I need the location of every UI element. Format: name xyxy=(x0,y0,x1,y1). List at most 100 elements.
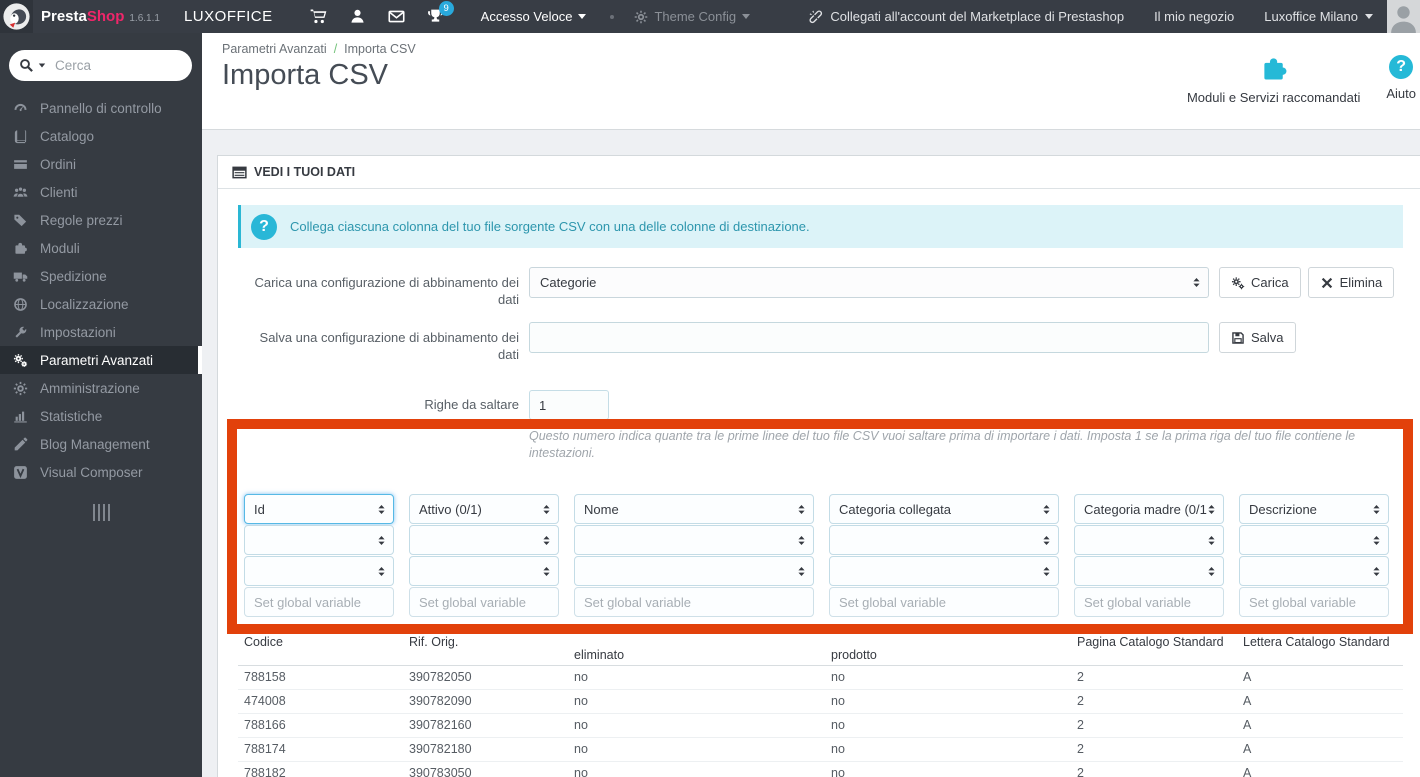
mapping-column-5: Categoria madre (0/1 xyxy=(1074,494,1224,617)
mapping-select-col5-row3[interactable] xyxy=(1074,556,1224,586)
table-cell: no xyxy=(831,694,845,708)
sidebar-item-visual-composer[interactable]: Visual Composer xyxy=(0,458,202,486)
mapping-select-col4-row2[interactable] xyxy=(829,525,1059,555)
notification-badge[interactable]: 9 xyxy=(438,1,454,16)
save-config-row: Salva una configurazione di abbinamento … xyxy=(238,322,1403,363)
table-cell: no xyxy=(831,766,845,777)
delete-button[interactable]: Elimina xyxy=(1307,267,1395,298)
table-header-cell: eliminato xyxy=(574,648,625,662)
recommended-modules-button[interactable]: Moduli e Servizi raccomandati xyxy=(1187,55,1360,105)
save-config-input[interactable] xyxy=(529,322,1209,353)
mapping-select-col5-row1[interactable]: Categoria madre (0/1 xyxy=(1074,494,1224,524)
chevron-down-icon xyxy=(742,14,751,19)
puzzle-icon xyxy=(1260,55,1288,83)
global-variable-input-col5[interactable] xyxy=(1074,587,1224,617)
save-config-label: Salva una configurazione di abbinamento … xyxy=(259,330,519,362)
preview-table-body: 788158 390782050 no no 2 A 474008 390782090 no no… xyxy=(238,666,1403,777)
mapping-select-col1-row1[interactable]: Id xyxy=(244,494,394,524)
trophy-icon[interactable]: 9 xyxy=(427,1,454,25)
table-cell: 390782090 xyxy=(409,694,472,708)
sidebar-item-spedizione[interactable]: Spedizione xyxy=(0,262,202,290)
mapping-select-col2-row1[interactable]: Attivo (0/1) xyxy=(409,494,559,524)
user-icon[interactable] xyxy=(349,8,366,25)
select-stepper-icon xyxy=(542,565,551,578)
search-input[interactable] xyxy=(55,58,175,73)
breadcrumb-current: Importa CSV xyxy=(344,42,416,56)
prestashop-logo-icon[interactable] xyxy=(0,0,33,33)
avatar[interactable] xyxy=(1387,0,1420,33)
theme-config-dropdown[interactable]: Theme Config xyxy=(634,9,751,24)
mapping-select-col4-row1[interactable]: Categoria collegata xyxy=(829,494,1059,524)
tags-icon xyxy=(13,213,30,228)
sidebar-item-ordini[interactable]: Ordini xyxy=(0,150,202,178)
x-icon xyxy=(1320,276,1334,290)
table-header-cell: Rif. Orig. xyxy=(409,635,459,649)
cogs-icon xyxy=(13,353,30,368)
load-config-select[interactable]: Categorie xyxy=(529,267,1209,298)
sidebar-item-moduli[interactable]: Moduli xyxy=(0,234,202,262)
employee-dropdown[interactable]: Luxoffice Milano xyxy=(1264,9,1373,24)
sidebar-search xyxy=(9,50,192,81)
globe-icon xyxy=(13,297,30,312)
table-cell: 788166 xyxy=(244,718,286,732)
pencil-icon xyxy=(13,437,30,452)
mapping-select-col3-row2[interactable] xyxy=(574,525,814,555)
table-cell: no xyxy=(831,718,845,732)
table-cell: no xyxy=(574,718,588,732)
select-stepper-icon xyxy=(1042,503,1051,516)
table-row: 474008 390782090 no no 2 A xyxy=(238,690,1403,714)
sidebar-collapse-handle[interactable] xyxy=(0,504,202,521)
mapping-select-col2-row2[interactable] xyxy=(409,525,559,555)
global-variable-input-col4[interactable] xyxy=(829,587,1059,617)
skip-rows-input[interactable] xyxy=(529,390,609,420)
mapping-select-col6-row1[interactable]: Descrizione xyxy=(1239,494,1389,524)
table-cell: 2 xyxy=(1077,670,1084,684)
select-stepper-icon xyxy=(797,534,806,547)
table-cell: no xyxy=(574,670,588,684)
save-button[interactable]: Salva xyxy=(1219,322,1296,353)
mapping-select-col3-row3[interactable] xyxy=(574,556,814,586)
mapping-select-col3-row1[interactable]: Nome xyxy=(574,494,814,524)
help-button[interactable]: ? Aiuto xyxy=(1386,55,1416,101)
mapping-column-4: Categoria collegata xyxy=(829,494,1059,617)
mapping-select-col6-row3[interactable] xyxy=(1239,556,1389,586)
global-variable-input-col1[interactable] xyxy=(244,587,394,617)
sidebar-item-regole-prezzi[interactable]: Regole prezzi xyxy=(0,206,202,234)
mapping-select-col1-row2[interactable] xyxy=(244,525,394,555)
delete-button-label: Elimina xyxy=(1339,275,1383,290)
search-scope-caret-icon[interactable] xyxy=(38,63,46,68)
cart-icon[interactable] xyxy=(310,8,327,25)
mapping-select-col1-row3[interactable] xyxy=(244,556,394,586)
sidebar-item-statistiche[interactable]: Statistiche xyxy=(0,402,202,430)
sidebar-item-pannello-di-controllo[interactable]: Pannello di controllo xyxy=(0,94,202,122)
sidebar-item-catalogo[interactable]: Catalogo xyxy=(0,122,202,150)
sidebar-item-amministrazione[interactable]: Amministrazione xyxy=(0,374,202,402)
sidebar-item-blog-management[interactable]: Blog Management xyxy=(0,430,202,458)
sidebar-item-label: Amministrazione xyxy=(40,380,140,396)
marketplace-link[interactable]: Collegati all'account del Marketplace di… xyxy=(808,9,1124,24)
table-row: 788182 390783050 no no 2 A xyxy=(238,762,1403,777)
my-shop-link[interactable]: Il mio negozio xyxy=(1154,9,1234,24)
global-variable-input-col2[interactable] xyxy=(409,587,559,617)
global-variable-input-col6[interactable] xyxy=(1239,587,1389,617)
sidebar-item-clienti[interactable]: Clienti xyxy=(0,178,202,206)
envelope-icon[interactable] xyxy=(388,8,405,25)
select-stepper-icon xyxy=(1372,565,1381,578)
table-cell: A xyxy=(1243,742,1252,756)
breadcrumb-parent[interactable]: Parametri Avanzati xyxy=(222,42,327,56)
mapping-select-col2-row3[interactable] xyxy=(409,556,559,586)
select-stepper-icon xyxy=(377,534,386,547)
load-button[interactable]: Carica xyxy=(1219,267,1301,298)
search-icon[interactable] xyxy=(19,58,34,73)
mapping-select-col6-row2[interactable] xyxy=(1239,525,1389,555)
sidebar-item-localizzazione[interactable]: Localizzazione xyxy=(0,290,202,318)
sidebar-item-parametri-avanzati[interactable]: Parametri Avanzati xyxy=(0,346,202,374)
shop-name: LUXOFFICE xyxy=(183,8,273,25)
global-variable-input-col3[interactable] xyxy=(574,587,814,617)
sidebar-item-label: Catalogo xyxy=(40,128,95,144)
mapping-select-col5-row2[interactable] xyxy=(1074,525,1224,555)
table-cell: 788182 xyxy=(244,766,286,777)
quick-access-dropdown[interactable]: Accesso Veloce xyxy=(481,9,587,24)
mapping-select-col4-row3[interactable] xyxy=(829,556,1059,586)
sidebar-item-impostazioni[interactable]: Impostazioni xyxy=(0,318,202,346)
